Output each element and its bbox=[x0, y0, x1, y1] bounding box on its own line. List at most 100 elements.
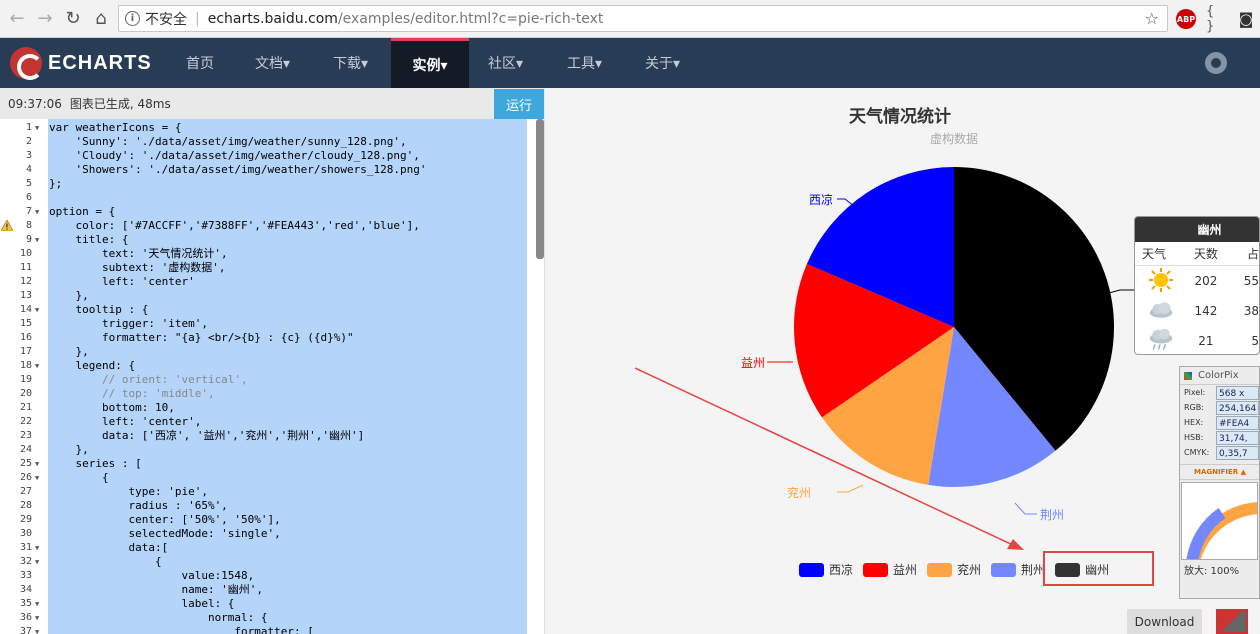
echarts-logo[interactable]: ECHARTS bbox=[10, 47, 152, 80]
line-number: 7 bbox=[25, 206, 32, 217]
line-number: 30 bbox=[19, 528, 32, 539]
bookmark-star-icon[interactable]: ☆ bbox=[1145, 9, 1159, 28]
json-extension-icon[interactable]: { } bbox=[1206, 4, 1226, 34]
colorpix-window: ColorPix Pixel: 568 x RGB: 254,164 HEX: #FE… bbox=[1179, 366, 1260, 599]
code-line: name: '幽州', bbox=[49, 583, 264, 596]
code-line: radius : '65%', bbox=[49, 499, 228, 512]
adblock-icon[interactable]: ABP bbox=[1176, 9, 1196, 29]
code-line: }, bbox=[49, 443, 89, 456]
nav-item-download[interactable]: 下载▾ bbox=[333, 38, 368, 88]
nav-item-home[interactable]: 首页 bbox=[186, 38, 214, 88]
fold-toggle-icon[interactable]: ▼ bbox=[35, 359, 39, 373]
code-line: title: { bbox=[49, 233, 129, 246]
magnifier-preview bbox=[1186, 502, 1257, 559]
code-line: }; bbox=[49, 177, 63, 190]
code-line: type: 'pie', bbox=[49, 485, 208, 498]
code-line: tooltip : { bbox=[49, 303, 149, 316]
code-line: formatter: [ bbox=[49, 625, 314, 634]
nav-item-examples[interactable]: 实例▾ bbox=[391, 38, 469, 88]
fold-toggle-icon[interactable]: ▼ bbox=[35, 471, 39, 485]
line-number: 2 bbox=[25, 136, 32, 147]
fold-toggle-icon[interactable]: ▼ bbox=[35, 625, 39, 634]
status-time: 09:37:06 bbox=[8, 96, 62, 111]
code-area[interactable]: var weatherIcons = { 'Sunny': './data/as… bbox=[48, 119, 527, 634]
logo-icon bbox=[10, 47, 43, 80]
fold-toggle-icon[interactable]: ▼ bbox=[35, 303, 39, 317]
back-icon[interactable]: ← bbox=[6, 8, 28, 30]
line-number: 12 bbox=[19, 276, 32, 287]
annotation-box bbox=[1043, 551, 1154, 586]
fold-toggle-icon[interactable]: ▼ bbox=[35, 555, 39, 569]
reload-icon[interactable]: ↻ bbox=[62, 8, 84, 30]
colorpix-icon bbox=[1184, 371, 1192, 380]
tooltip-header: 天气 天数 占 bbox=[1135, 242, 1259, 266]
code-line: 'Showers': './data/asset/img/weather/sho… bbox=[49, 163, 427, 176]
fold-toggle-icon[interactable]: ▼ bbox=[35, 121, 39, 135]
line-number: 24 bbox=[19, 444, 32, 455]
nav-item-tools[interactable]: 工具▾ bbox=[567, 38, 602, 88]
nav-item-docs[interactable]: 文档▾ bbox=[255, 38, 290, 88]
info-icon[interactable]: i bbox=[125, 11, 140, 26]
url-path: /examples/editor.html?c=pie-rich-text bbox=[337, 10, 604, 27]
line-number: 1 bbox=[25, 122, 32, 133]
code-line: series : [ bbox=[49, 457, 142, 470]
line-number: 19 bbox=[19, 374, 32, 385]
line-number: 17 bbox=[19, 346, 32, 357]
line-number: 36 bbox=[19, 612, 32, 623]
insecure-label: 不安全 bbox=[145, 11, 187, 28]
line-gutter: 1 ▼ 2 3 4 5 6 7 ▼ 8 9 ▼ 10 11 12 13 14 ▼ 15 16 17 18 ▼ 19 20 21 22… bbox=[0, 119, 45, 634]
code-line: value:1548, bbox=[49, 569, 255, 582]
code-line: center: ['50%', '50%'], bbox=[49, 513, 281, 526]
fold-toggle-icon[interactable]: ▼ bbox=[35, 205, 39, 219]
nav-item-community[interactable]: 社区▾ bbox=[488, 38, 523, 88]
code-line: option = { bbox=[49, 205, 116, 218]
url-host: echarts.baidu.com bbox=[207, 10, 338, 27]
line-number: 21 bbox=[19, 402, 32, 413]
code-line: 'Sunny': './data/asset/img/weather/sunny… bbox=[49, 135, 407, 148]
download-button[interactable]: Download bbox=[1127, 609, 1202, 634]
github-icon[interactable] bbox=[1205, 52, 1227, 74]
code-line: // top: 'middle', bbox=[49, 387, 215, 400]
code-line: trigger: 'item', bbox=[49, 317, 208, 330]
code-line: // orient: 'vertical', bbox=[49, 373, 248, 386]
line-number: 4 bbox=[25, 164, 32, 175]
showers-icon bbox=[1149, 328, 1173, 350]
code-line: }, bbox=[49, 289, 89, 302]
line-number: 37 bbox=[19, 626, 32, 634]
fold-toggle-icon[interactable]: ▼ bbox=[35, 457, 39, 471]
nav-item-about[interactable]: 关于▾ bbox=[645, 38, 680, 88]
line-number: 5 bbox=[25, 178, 32, 189]
line-number: 15 bbox=[19, 318, 32, 329]
chart-thumbnail[interactable] bbox=[1216, 609, 1248, 634]
zoom-label: 放大: 100% bbox=[1184, 566, 1240, 577]
address-bar[interactable]: i 不安全 | echarts.baidu.com /examples/edit… bbox=[118, 5, 1168, 32]
magnifier-toggle[interactable]: MAGNIFIER ▲ bbox=[1180, 464, 1259, 480]
extension-icon[interactable]: ◙ bbox=[1236, 9, 1256, 29]
fold-toggle-icon[interactable]: ▼ bbox=[35, 611, 39, 625]
line-number: 33 bbox=[19, 570, 32, 581]
line-number: 16 bbox=[19, 332, 32, 343]
forward-icon[interactable]: → bbox=[34, 8, 56, 30]
fold-toggle-icon[interactable]: ▼ bbox=[35, 541, 39, 555]
line-number: 31 bbox=[19, 542, 32, 553]
run-button[interactable]: 运行 bbox=[494, 89, 544, 119]
line-number: 35 bbox=[19, 598, 32, 609]
editor-panel: 09:37:06 图表已生成, 48ms 运行 1 ▼ 2 3 4 5 6 7 ▼ 8 9 ▼ 10 11… bbox=[0, 88, 545, 634]
colorpix-row: CMYK: 0,35,7 bbox=[1180, 445, 1259, 460]
code-line: 'Cloudy': './data/asset/img/weather/clou… bbox=[49, 149, 420, 162]
fold-toggle-icon[interactable]: ▼ bbox=[35, 597, 39, 611]
fold-toggle-icon[interactable]: ▼ bbox=[35, 233, 39, 247]
line-number: 14 bbox=[19, 304, 32, 315]
code-line: left: 'center', bbox=[49, 415, 202, 428]
editor-scrollbar[interactable] bbox=[536, 119, 544, 259]
home-icon[interactable]: ⌂ bbox=[90, 8, 112, 30]
annotation-overlay bbox=[634, 367, 1154, 586]
line-number: 6 bbox=[25, 192, 32, 203]
warning-icon[interactable] bbox=[1, 220, 13, 231]
line-number: 26 bbox=[19, 472, 32, 483]
code-line: normal: { bbox=[49, 611, 268, 624]
colorpix-titlebar[interactable]: ColorPix bbox=[1180, 367, 1259, 385]
line-number: 9 bbox=[25, 234, 32, 245]
code-line: bottom: 10, bbox=[49, 401, 175, 414]
code-editor[interactable]: 1 ▼ 2 3 4 5 6 7 ▼ 8 9 ▼ 10 11 12 13 14 ▼ 15 16 17 18 ▼ 19 20 21 22… bbox=[0, 119, 545, 634]
